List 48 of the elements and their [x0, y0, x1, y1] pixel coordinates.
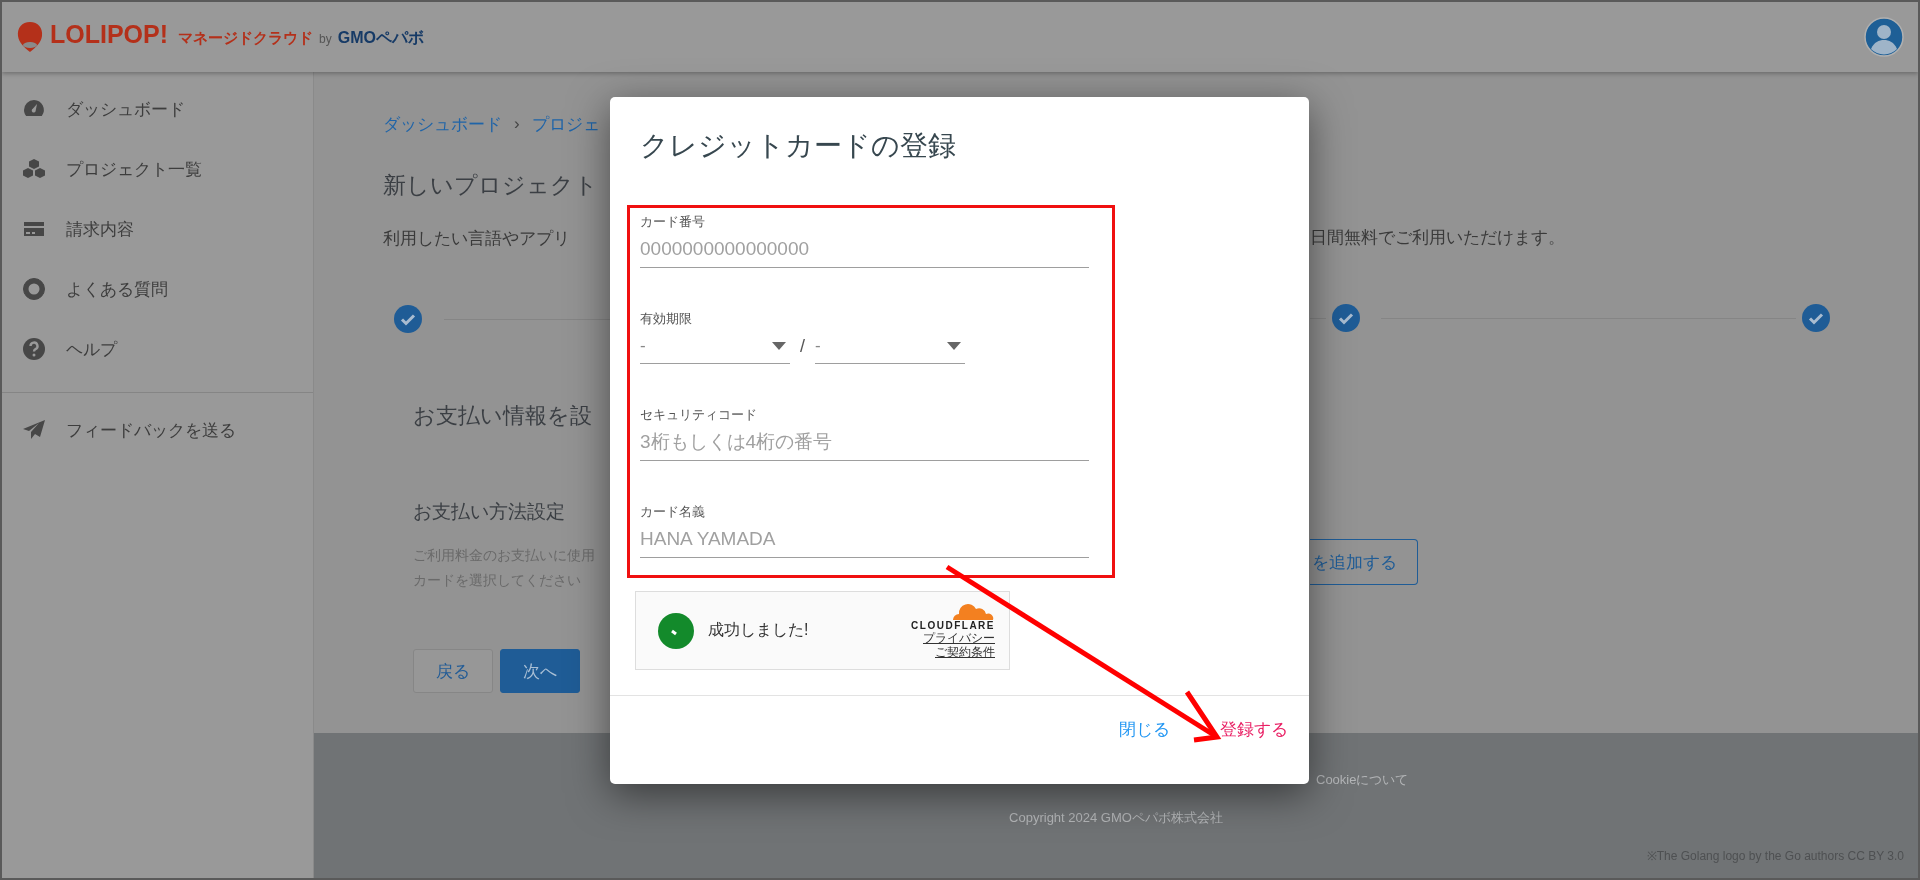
field-label: 有効期限 — [640, 310, 693, 328]
close-button[interactable]: 閉じる — [1119, 718, 1170, 741]
input-field[interactable]: 3桁もしくは4桁の番号 — [640, 424, 1089, 461]
feedback-link[interactable]: フィードバックを送る — [66, 418, 236, 442]
input-field[interactable]: 0000000000000000 — [640, 231, 1089, 268]
page-heading: 新しいプロジェクト — [383, 171, 598, 200]
balloon-logo-icon — [16, 20, 44, 54]
company-name: GMOペパボ — [337, 28, 424, 48]
year-dropdown[interactable]: - — [815, 328, 965, 364]
breadcrumb-separator: › — [514, 114, 520, 134]
captcha-link[interactable]: プライバシー — [923, 631, 995, 645]
payment-title: お支払い方法設定 — [413, 500, 565, 524]
input-field[interactable]: HANA YAMADA — [640, 521, 1089, 558]
caret-icon — [947, 341, 961, 350]
intro-text: 日間無料でご利用いただけます。 — [1310, 227, 1565, 249]
dialog-title: クレジットカードの登録 — [640, 129, 957, 163]
brand-name: LOLIPOP! — [50, 20, 169, 49]
by-label: by — [319, 32, 332, 46]
back-button[interactable]: 戻る — [413, 649, 493, 693]
next-button[interactable]: 次へ — [500, 649, 580, 693]
field-label: カード名義 — [640, 503, 706, 521]
captcha-link[interactable]: ご契約条件 — [935, 645, 995, 659]
field-label: セキュリティコード — [640, 406, 758, 424]
date-separator: / — [800, 335, 805, 357]
avatar-icon[interactable] — [1864, 17, 1904, 57]
sidebar-item[interactable]: 請求内容 — [66, 217, 134, 241]
sidebar-item[interactable]: ダッシュボード — [66, 97, 185, 121]
footer-link[interactable]: Cookieについて — [1316, 772, 1409, 787]
success-icon — [658, 612, 694, 649]
register-button[interactable]: 登録する — [1220, 718, 1288, 741]
field-label: カード番号 — [640, 213, 706, 231]
month-dropdown[interactable]: - — [640, 328, 790, 364]
add-card-button[interactable]: を追加する — [1310, 539, 1418, 585]
sidebar-item[interactable]: よくある質問 — [66, 277, 168, 301]
cubes-icon — [22, 157, 46, 181]
captcha-status: 成功しました! — [708, 620, 809, 640]
breadcrumb-link[interactable]: ダッシュボード — [383, 112, 502, 136]
product-name: マネージドクラウド — [178, 29, 314, 48]
copyright-text: Copyright 2024 GMOペパボ株式会社 — [1009, 809, 1223, 827]
caret-icon — [772, 341, 786, 350]
help-icon — [22, 337, 46, 361]
provider-name: CLOUDFLARE — [911, 620, 995, 631]
sidebar-item[interactable]: ヘルプ — [66, 337, 117, 361]
lifebuoy-icon — [22, 277, 46, 301]
section-title: お支払い情報を設 — [413, 402, 592, 430]
intro-text: 利用したい言語やアプリ — [383, 228, 570, 250]
breadcrumb-link[interactable]: プロジェ — [531, 112, 600, 136]
sidebar-item[interactable]: プロジェクト一覧 — [66, 157, 202, 181]
